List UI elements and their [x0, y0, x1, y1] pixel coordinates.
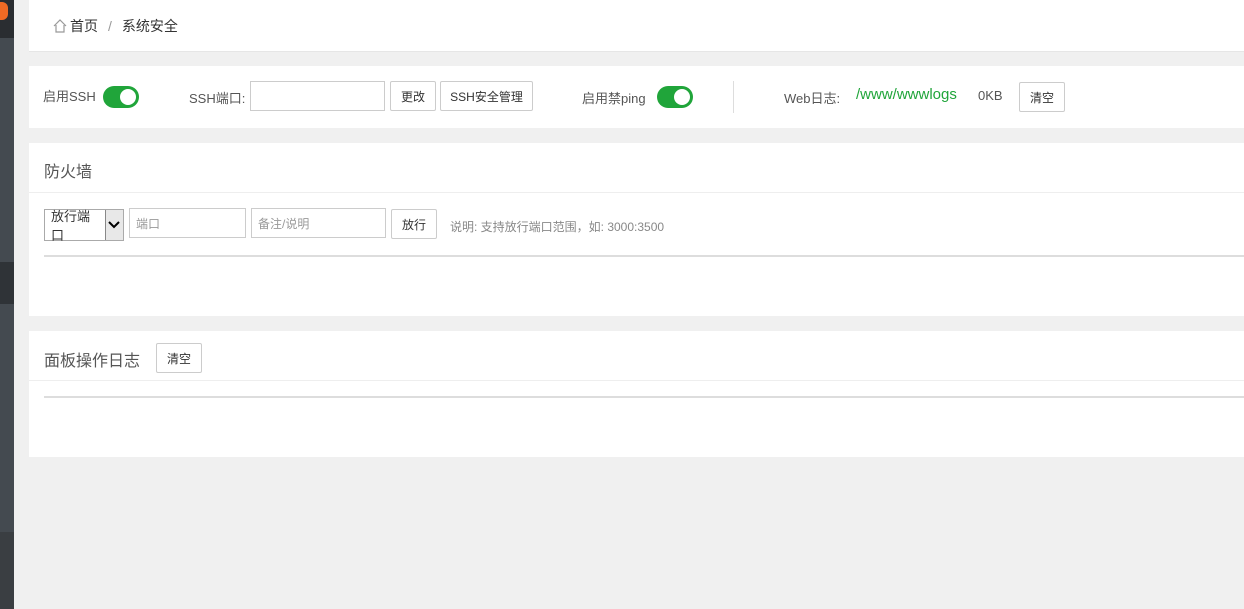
table-divider	[44, 396, 1244, 398]
ssh-toggle-label: 启用SSH	[43, 89, 96, 104]
rule-type-select[interactable]: 放行端口	[44, 209, 124, 243]
rule-type-value: 放行端口	[51, 209, 91, 243]
web-log-path[interactable]: /www/wwwlogs	[856, 86, 957, 103]
firewall-card: 防火墙 放行端口 端口 备注/说明 放行 说明: 支持放行端口范围，如: 300…	[29, 143, 1244, 316]
breadcrumb-current: 系统安全	[121, 17, 178, 34]
main-content: 首页 / 系统安全 启用SSH SSH端口: 更改 SSH安全管理 启用禁pin…	[29, 0, 1244, 457]
ping-toggle[interactable]	[657, 86, 693, 108]
clear-panel-log-button[interactable]: 清空	[156, 343, 202, 373]
ssh-toggle[interactable]	[103, 86, 139, 108]
home-icon[interactable]	[52, 18, 68, 34]
change-port-button[interactable]: 更改	[390, 81, 436, 111]
ping-toggle-label: 启用禁ping	[582, 91, 646, 106]
sidebar-menu[interactable]	[0, 38, 14, 262]
ssh-port-input[interactable]	[250, 81, 385, 111]
notification-badge[interactable]	[0, 2, 8, 20]
sidebar-menu-lower[interactable]	[0, 304, 14, 532]
toggle-knob	[120, 89, 136, 105]
firewall-title: 防火墙	[44, 164, 93, 181]
table-divider	[44, 255, 1244, 257]
sidebar-item-active[interactable]	[0, 262, 14, 304]
panel-log-title: 面板操作日志	[44, 353, 141, 370]
breadcrumb-separator: /	[108, 17, 112, 34]
port-input[interactable]: 端口	[129, 208, 246, 238]
breadcrumb: 首页 / 系统安全	[29, 0, 1244, 52]
allow-port-button[interactable]: 放行	[391, 209, 437, 239]
sidebar	[0, 0, 14, 609]
panel-log-card: 面板操作日志 清空	[29, 331, 1244, 457]
note-input[interactable]: 备注/说明	[251, 208, 386, 238]
ssh-settings-card: 启用SSH SSH端口: 更改 SSH安全管理 启用禁ping Web日志: /…	[29, 66, 1244, 128]
web-log-size: 0KB	[978, 88, 1003, 103]
ssh-manage-button[interactable]: SSH安全管理	[440, 81, 533, 111]
clear-web-log-button[interactable]: 清空	[1019, 82, 1065, 112]
divider	[29, 380, 1244, 381]
chevron-down-icon[interactable]	[104, 210, 123, 240]
firewall-hint: 说明: 支持放行端口范围，如: 3000:3500	[450, 220, 665, 234]
web-log-label: Web日志:	[784, 91, 841, 106]
breadcrumb-home[interactable]: 首页	[70, 16, 98, 36]
ssh-port-label: SSH端口:	[189, 91, 246, 106]
toggle-knob	[674, 89, 690, 105]
divider	[733, 81, 734, 113]
divider	[29, 192, 1244, 193]
